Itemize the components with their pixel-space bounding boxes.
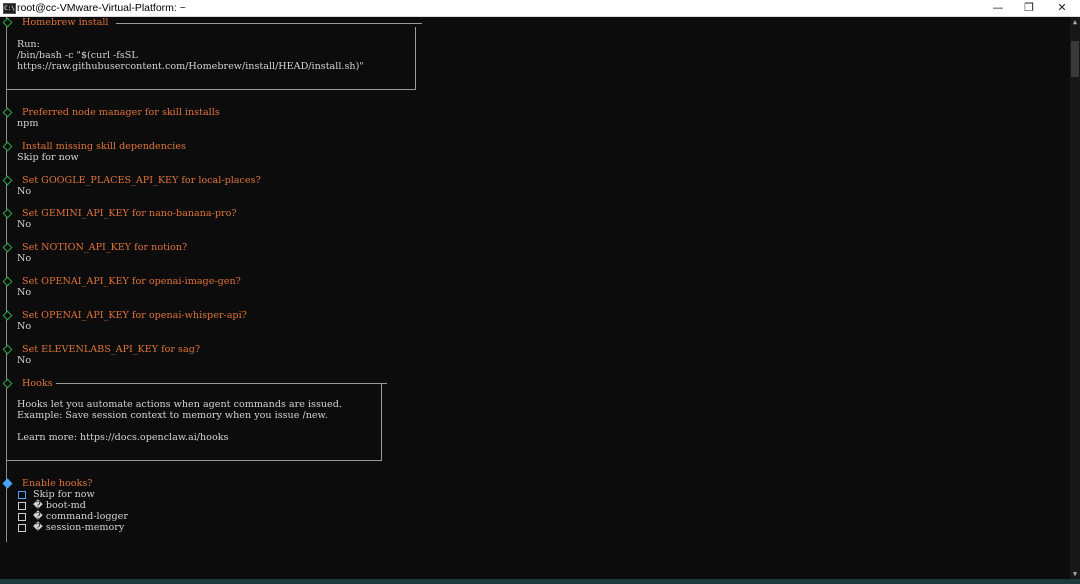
option-label: � session-memory <box>33 522 125 533</box>
scroll-up-icon[interactable]: ▲ <box>1070 17 1080 27</box>
step-diamond-icon <box>2 141 13 152</box>
step-diamond-icon <box>2 276 13 287</box>
taskbar-strip <box>0 579 1080 584</box>
prompt-question: Set NOTION_API_KEY for notion? <box>22 242 188 253</box>
window-title: root@cc-VMware-Virtual-Platform: ~ <box>17 2 186 14</box>
prompt-answer: No <box>17 321 32 332</box>
window-title-bar[interactable]: C:\ root@cc-VMware-Virtual-Platform: ~ —… <box>0 0 1080 17</box>
minimize-button[interactable]: — <box>982 0 1014 16</box>
prompt-answer: No <box>17 219 32 230</box>
terminal-output[interactable]: Homebrew install Run: /bin/bash -c "$(cu… <box>0 17 1070 579</box>
prompt-answer: No <box>17 253 32 264</box>
step-diamond-icon <box>2 107 13 118</box>
prompt-answer: No <box>17 287 32 298</box>
step-diamond-icon <box>2 208 13 219</box>
box-line: Learn more: https://docs.openclaw.ai/hoo… <box>17 432 229 443</box>
option-label: Skip for now <box>33 489 95 500</box>
box-border-right <box>415 27 416 89</box>
prompt-question: Set OPENAI_API_KEY for openai-whisper-ap… <box>22 310 247 321</box>
box-line: Run: <box>17 39 40 50</box>
step-diamond-icon <box>2 175 13 186</box>
prompt-question: Preferred node manager for skill install… <box>22 107 220 118</box>
prompt-answer: No <box>17 186 32 197</box>
box-border-bottom <box>6 89 416 90</box>
checkbox-icon[interactable] <box>18 524 26 532</box>
option-label: � boot-md <box>33 500 86 511</box>
step-diamond-icon <box>2 310 13 321</box>
step-diamond-icon <box>2 242 13 253</box>
scroll-down-icon[interactable]: ▼ <box>1070 569 1080 579</box>
box-title: Homebrew install <box>22 17 109 28</box>
step-diamond-icon <box>2 344 13 355</box>
prompt-answer: No <box>17 355 32 366</box>
checkbox-icon[interactable] <box>18 491 26 499</box>
prompt-question: Set ELEVENLABS_API_KEY for sag? <box>22 344 200 355</box>
prompt-answer: Skip for now <box>17 152 79 163</box>
scrollbar-thumb[interactable] <box>1071 41 1079 77</box>
prompt-question: Set GEMINI_API_KEY for nano-banana-pro? <box>22 208 237 219</box>
box-line: https://raw.githubusercontent.com/Homebr… <box>17 61 364 72</box>
checkbox-icon[interactable] <box>18 502 26 510</box>
vertical-scrollbar[interactable]: ▲ ▼ <box>1070 17 1080 579</box>
box-line: Example: Save session context to memory … <box>17 410 328 421</box>
checkbox-icon[interactable] <box>18 513 26 521</box>
box-border-top <box>56 383 387 384</box>
box-border-right <box>381 383 382 460</box>
box-line: Hooks let you automate actions when agen… <box>17 399 342 410</box>
box-border-top <box>116 23 422 24</box>
prompt-question: Install missing skill dependencies <box>22 141 186 152</box>
step-diamond-icon <box>2 378 13 389</box>
box-line: /bin/bash -c "$(curl -fsSL <box>17 50 138 61</box>
prompt-question: Set GOOGLE_PLACES_API_KEY for local-plac… <box>22 175 261 186</box>
close-button[interactable]: ✕ <box>1046 0 1078 16</box>
prompt-answer: npm <box>17 118 39 129</box>
terminal-app-icon: C:\ <box>3 3 16 14</box>
box-border-bottom <box>6 460 382 461</box>
box-title: Hooks <box>22 378 53 389</box>
option-label: � command-logger <box>33 511 128 522</box>
step-diamond-icon <box>2 17 13 28</box>
prompt-question: Set OPENAI_API_KEY for openai-image-gen? <box>22 276 241 287</box>
active-step-diamond-icon <box>2 478 13 489</box>
maximize-button[interactable]: ❐ <box>1013 0 1045 16</box>
prompt-question: Enable hooks? <box>22 478 93 489</box>
